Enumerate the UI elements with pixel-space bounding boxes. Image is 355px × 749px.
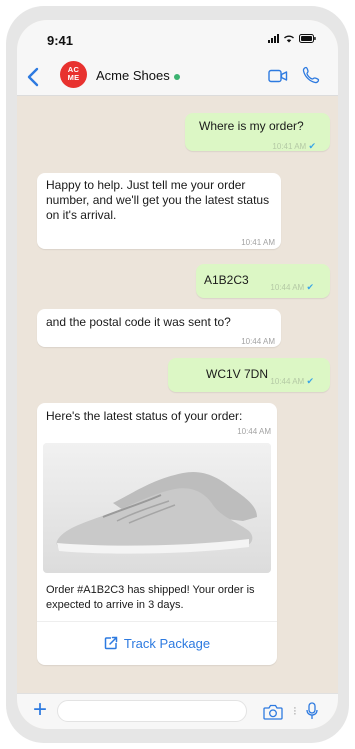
message-timestamp: 10:44 AM: [237, 427, 271, 436]
message-timestamp: 10:44 AM: [241, 337, 275, 346]
avatar[interactable]: AC ME: [60, 61, 87, 88]
microphone-icon[interactable]: [306, 702, 318, 720]
message-input[interactable]: [57, 700, 247, 722]
external-link-icon: [104, 636, 118, 650]
read-receipt-icon: ✔: [308, 141, 316, 151]
message-timestamp: 10:41 AM ✔: [272, 141, 316, 151]
track-package-label: Track Package: [123, 635, 211, 651]
back-arrow-icon[interactable]: [27, 67, 39, 87]
status-icons: [268, 34, 316, 43]
message-text: Where is my order?: [199, 119, 304, 133]
shoe-image[interactable]: [43, 443, 271, 573]
message-bubble-incoming[interactable]: Happy to help. Just tell me your order n…: [37, 173, 281, 249]
message-text: Happy to help. Just tell me your order n…: [46, 178, 270, 222]
signal-icon: [268, 34, 279, 43]
track-package-button[interactable]: Track Package: [37, 622, 277, 664]
message-bubble-outgoing[interactable]: A1B2C3 10:44 AM ✔: [196, 264, 330, 298]
separator-dots: ⁝: [293, 704, 297, 718]
message-text: WC1V 7DN: [206, 367, 269, 381]
shoe-illustration: [43, 443, 271, 573]
contact-info[interactable]: Acme Shoes: [96, 68, 180, 83]
chat-header: AC ME Acme Shoes: [17, 58, 338, 96]
message-bubble-outgoing[interactable]: Where is my order? 10:41 AM ✔: [185, 113, 330, 151]
message-bubble-outgoing[interactable]: WC1V 7DN 10:44 AM ✔: [168, 358, 330, 392]
contact-name: Acme Shoes: [96, 68, 170, 83]
online-status-icon: [173, 73, 180, 80]
message-bubble-incoming[interactable]: and the postal code it was sent to? 10:4…: [37, 309, 281, 347]
wifi-icon: [284, 35, 294, 43]
chat-area[interactable]: Where is my order? 10:41 AM ✔ Happy to h…: [17, 97, 338, 693]
status-bar: 9:41: [17, 20, 338, 62]
plus-icon[interactable]: +: [33, 696, 47, 724]
message-text: Here's the latest status of your order:: [46, 409, 243, 423]
message-timestamp: 10:41 AM: [241, 238, 275, 247]
order-status-card: Here's the latest status of your order: …: [37, 403, 277, 665]
battery-icon: [299, 34, 316, 43]
message-timestamp: 10:44 AM ✔: [270, 376, 314, 386]
avatar-text-line2: ME: [67, 73, 80, 82]
message-timestamp: 10:44 AM ✔: [270, 282, 314, 292]
read-receipt-icon: ✔: [306, 376, 314, 386]
message-text: and the postal code it was sent to?: [46, 315, 231, 329]
order-status-text: Order #A1B2C3 has shipped! Your order is…: [46, 584, 255, 611]
video-call-icon[interactable]: [268, 69, 288, 83]
read-receipt-icon: ✔: [306, 282, 314, 292]
status-time: 9:41: [47, 33, 74, 48]
phone-icon[interactable]: [302, 66, 320, 84]
message-input-bar: + ⁝: [17, 693, 338, 729]
message-text: A1B2C3: [204, 273, 249, 287]
phone-screen: 9:41 AC ME Acme Shoes Where is my order?…: [17, 20, 338, 729]
camera-icon[interactable]: [263, 704, 283, 720]
